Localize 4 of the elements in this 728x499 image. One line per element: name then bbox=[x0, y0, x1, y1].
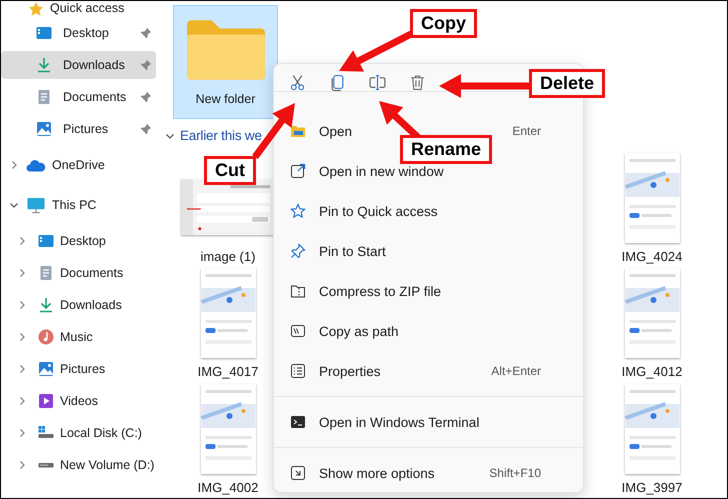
callout-label: Rename bbox=[400, 135, 492, 164]
callout-label: Cut bbox=[204, 156, 256, 185]
callout-label: Copy bbox=[410, 9, 477, 38]
callout-label: Delete bbox=[529, 69, 606, 98]
